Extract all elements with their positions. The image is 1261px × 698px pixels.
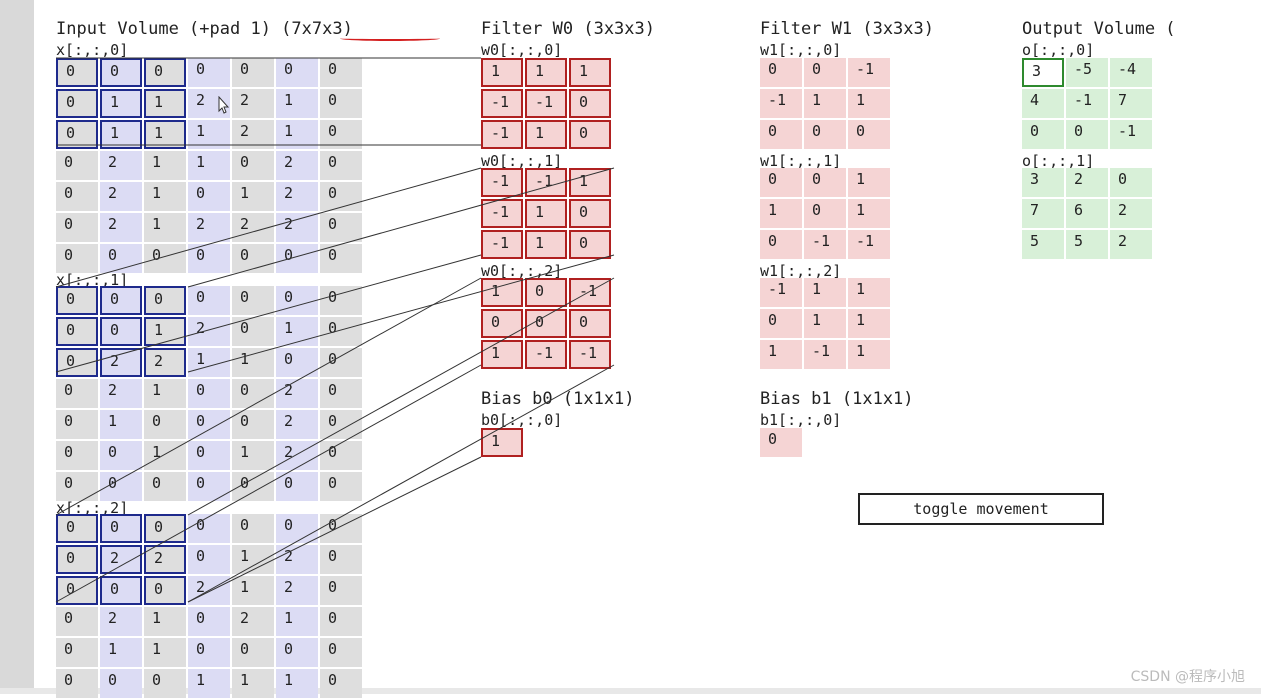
connection-lines [55, 57, 615, 603]
mouse-cursor-icon [218, 96, 230, 114]
csdn-watermark: CSDN @程序小旭 [1130, 669, 1245, 685]
